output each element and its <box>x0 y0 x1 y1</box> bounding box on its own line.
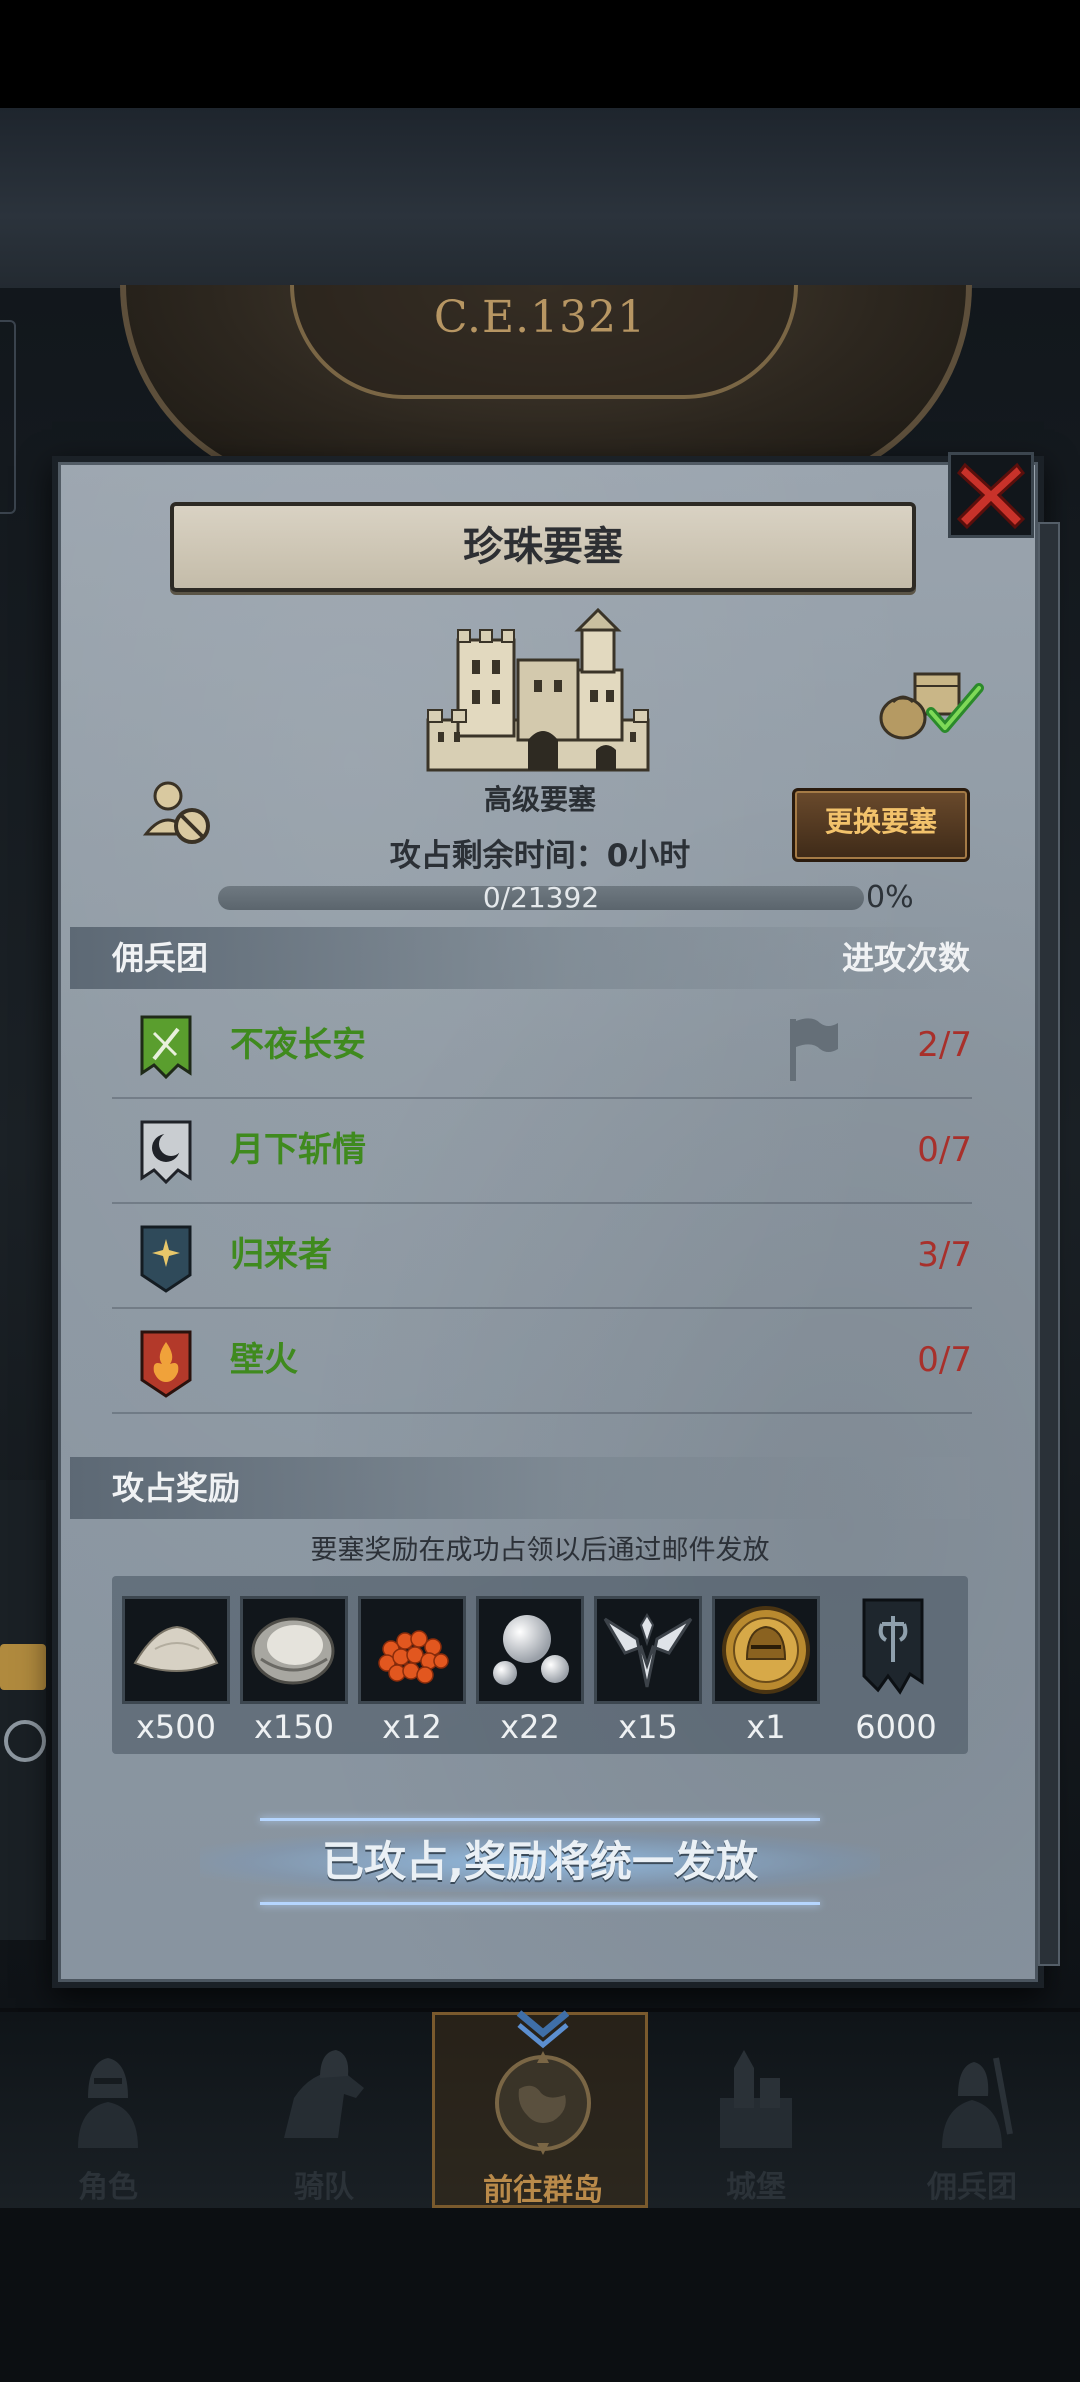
reward-note: 要塞奖励在成功占领以后通过邮件发放 <box>310 1535 770 1566</box>
reward-item[interactable]: x1 <box>712 1596 820 1746</box>
powder-icon <box>133 1625 219 1672</box>
castle-tower-icon <box>720 2050 792 2148</box>
mercenary-row[interactable]: 壁火 0/7 <box>112 1308 972 1414</box>
pearl-icon <box>493 1615 569 1685</box>
reward-quantity: x500 <box>135 1708 216 1746</box>
status-bar <box>0 0 1080 108</box>
reward-slot <box>122 1596 230 1704</box>
helmet-coin-icon <box>722 1606 810 1694</box>
mercenary-name: 月下斩情 <box>230 1130 366 1170</box>
reward-item[interactable]: 6000 <box>842 1596 950 1746</box>
reward-item[interactable]: x12 <box>358 1596 466 1746</box>
chevron-down-icon <box>516 2010 570 2049</box>
reward-slot <box>712 1596 820 1704</box>
flag-icon <box>790 1018 838 1081</box>
era-label: C.E.1321 <box>433 292 647 343</box>
nav-label: 角色 <box>78 2170 138 2205</box>
nav-go-islands[interactable]: 前往群岛 <box>432 2010 648 2208</box>
reward-item[interactable]: x15 <box>594 1596 702 1746</box>
knight-icon <box>78 2058 138 2148</box>
banner-icon <box>862 1598 924 1695</box>
mercenary-name: 不夜长安 <box>230 1025 366 1065</box>
reward-quantity: 6000 <box>855 1708 937 1746</box>
attack-count: 2/7 <box>917 1025 972 1065</box>
moon-banner-icon <box>140 1120 192 1185</box>
reward-quantity: x22 <box>500 1708 560 1746</box>
nav-character[interactable]: 角色 <box>0 2012 216 2208</box>
mercenary-row[interactable]: 归来者 3/7 <box>112 1203 972 1309</box>
wings-emblem-icon <box>603 1613 693 1688</box>
capture-progress-percent: 0% <box>866 880 914 915</box>
rewards-section-header: 攻占奖励 <box>70 1457 970 1519</box>
reward-quantity: x12 <box>382 1708 442 1746</box>
side-ring-icon[interactable] <box>4 1720 46 1762</box>
mercenary-name: 归来者 <box>230 1235 332 1275</box>
remaining-time: 攻占剩余时间：0小时 <box>389 838 691 874</box>
oyster-icon <box>251 1617 335 1685</box>
mercenary-section-header: 佣兵团 进攻次数 <box>70 927 970 989</box>
mercenary-icon <box>942 2057 1013 2148</box>
attack-count: 0/7 <box>917 1340 972 1380</box>
panel-edge <box>1038 522 1060 1966</box>
castle-icon <box>426 607 650 772</box>
star-banner-icon <box>140 1225 192 1293</box>
reward-slot <box>476 1596 584 1704</box>
mercenary-row[interactable]: 月下斩情 0/7 <box>112 1098 972 1204</box>
close-button[interactable] <box>948 452 1034 538</box>
nav-label: 骑队 <box>294 2170 354 2205</box>
attack-count: 0/7 <box>917 1130 972 1170</box>
mercenary-section-label: 佣兵团 <box>112 939 209 977</box>
mercenary-row[interactable]: 不夜长安 2/7 <box>112 993 972 1099</box>
reward-quantity: x1 <box>746 1708 786 1746</box>
claim-status-text: 已攻占,奖励将统一发放 <box>322 1837 758 1886</box>
globe-compass-icon <box>495 2051 591 2155</box>
side-gold-icon[interactable] <box>0 1644 46 1690</box>
reward-slot <box>358 1596 466 1704</box>
green-sword-banner-icon <box>140 1015 192 1080</box>
cavalry-icon <box>284 2050 364 2138</box>
backdrop-band <box>0 108 1080 288</box>
reward-quantity: x15 <box>618 1708 678 1746</box>
nav-label: 前往群岛 <box>483 2173 603 2208</box>
mercenary-name: 壁火 <box>230 1340 298 1380</box>
fire-banner-icon <box>140 1330 192 1398</box>
reward-item[interactable]: x500 <box>122 1596 230 1746</box>
reward-item[interactable]: x22 <box>476 1596 584 1746</box>
reward-slot <box>594 1596 702 1704</box>
nav-mercenary[interactable]: 佣兵团 <box>864 2012 1080 2208</box>
rewards-section-label: 攻占奖励 <box>112 1469 241 1507</box>
capture-progress-text: 0/21392 <box>482 881 600 914</box>
system-nav-area <box>0 2208 1080 2382</box>
attack-count-header: 进攻次数 <box>841 939 970 977</box>
roe-icon <box>378 1630 449 1684</box>
nav-label: 佣兵团 <box>927 2170 1017 2205</box>
reward-item[interactable]: x150 <box>240 1596 348 1746</box>
title-plate: 珍珠要塞 <box>170 502 916 592</box>
nav-castle[interactable]: 城堡 <box>648 2012 864 2208</box>
reward-slot <box>240 1596 348 1704</box>
supply-claimed-icon[interactable] <box>875 662 985 742</box>
nav-label: 城堡 <box>726 2170 786 2205</box>
reward-slot <box>842 1596 950 1704</box>
panel-title: 珍珠要塞 <box>463 524 623 570</box>
close-icon <box>956 462 1026 530</box>
side-tab[interactable] <box>0 320 16 514</box>
claim-status-button[interactable]: 已攻占,奖励将统一发放 <box>200 1814 880 1910</box>
reward-quantity: x150 <box>253 1708 334 1746</box>
attack-count: 3/7 <box>917 1235 972 1275</box>
nav-cavalry[interactable]: 骑队 <box>216 2012 432 2208</box>
